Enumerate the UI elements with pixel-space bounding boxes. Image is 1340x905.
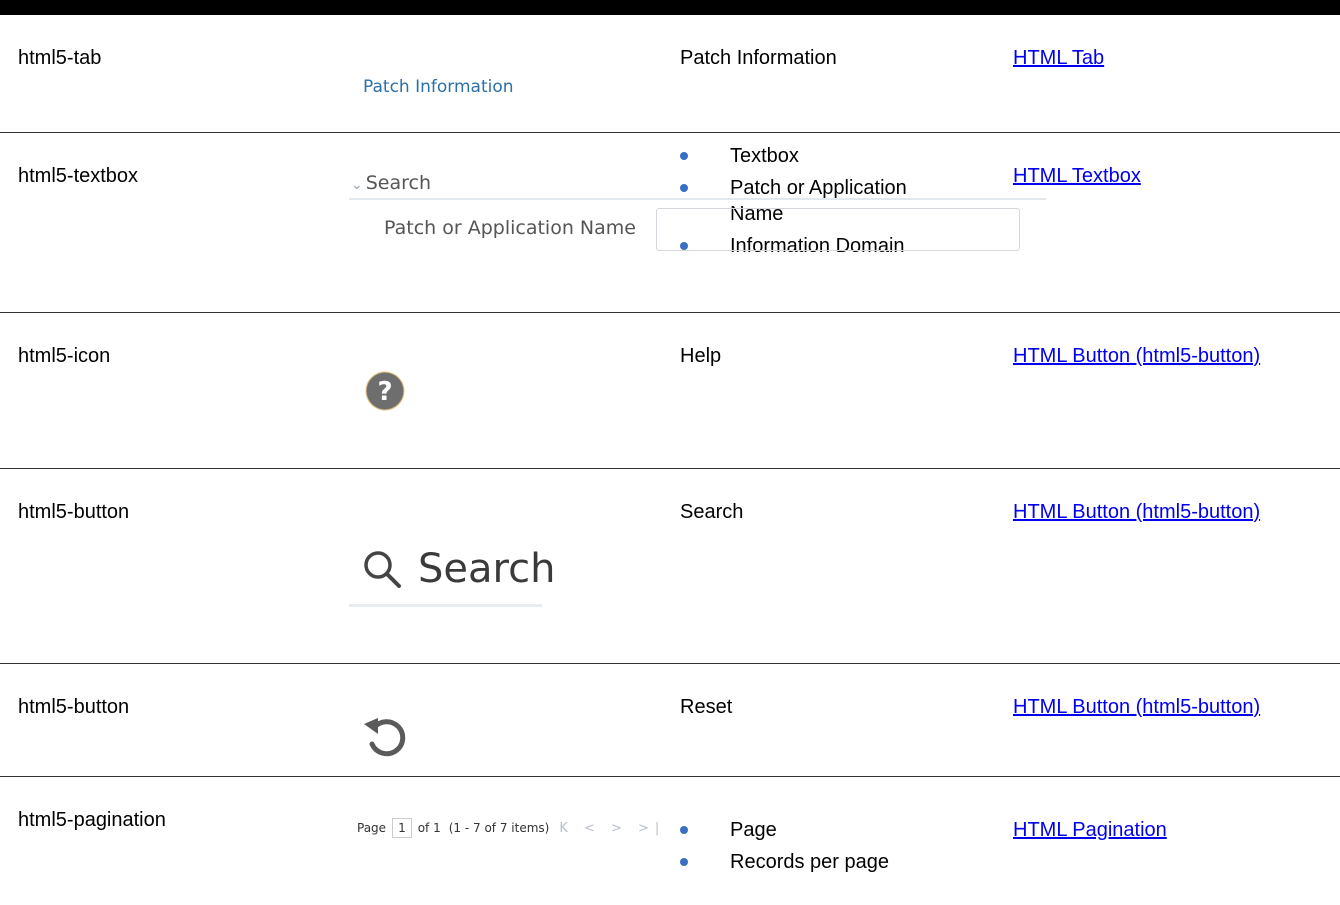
search-button-label: Search bbox=[418, 546, 556, 592]
html-pagination-link[interactable]: HTML Pagination bbox=[1013, 819, 1167, 841]
table-row: html5-pagination Page Records per page H… bbox=[0, 777, 1340, 905]
control-description: Page Records per page bbox=[680, 817, 950, 881]
search-button[interactable]: Search bbox=[349, 540, 555, 608]
html-tab-link[interactable]: HTML Tab bbox=[1013, 47, 1104, 69]
pagination-bar: Page 1 of 1 (1 - 7 of 7 items) K < > >| bbox=[357, 818, 665, 838]
control-type: html5-icon bbox=[18, 345, 111, 367]
list-item-text: Page bbox=[730, 819, 777, 841]
table-row: html5-button Search HTML Button (html5-b… bbox=[0, 469, 1340, 664]
html-button-link[interactable]: HTML Button (html5-button) bbox=[1013, 345, 1260, 367]
control-type: html5-button bbox=[18, 501, 130, 523]
list-item: Records per page bbox=[680, 849, 950, 875]
html-button-link[interactable]: HTML Button (html5-button) bbox=[1013, 696, 1260, 718]
control-type: html5-button bbox=[18, 696, 130, 718]
reference-link-cell: HTML Pagination bbox=[1013, 817, 1167, 843]
reference-link-cell: HTML Button (html5-button) bbox=[1013, 499, 1260, 525]
patch-name-input[interactable] bbox=[656, 208, 1020, 251]
control-description: Help bbox=[680, 345, 722, 367]
reference-link-cell: HTML Textbox bbox=[1013, 163, 1141, 189]
search-icon bbox=[364, 551, 401, 588]
page-label: Page bbox=[357, 821, 387, 835]
pagination-nav-arrows[interactable]: K < > >| bbox=[559, 821, 665, 836]
control-description: Patch Information bbox=[680, 47, 837, 69]
control-type: html5-textbox bbox=[18, 165, 139, 187]
chevron-down-icon: ⌄ bbox=[351, 177, 363, 193]
control-type: html5-tab bbox=[18, 47, 102, 69]
bullet-list: Page Records per page bbox=[680, 817, 950, 875]
top-border-bar bbox=[0, 0, 1340, 15]
control-type: html5-pagination bbox=[18, 809, 166, 831]
bullet-dot bbox=[680, 184, 688, 192]
reference-link-cell: HTML Tab bbox=[1013, 45, 1104, 71]
html-button-link[interactable]: HTML Button (html5-button) bbox=[1013, 501, 1260, 523]
button-underline bbox=[349, 604, 542, 607]
patch-information-tab[interactable]: Patch Information bbox=[363, 77, 514, 97]
search-section-header[interactable]: ⌄ Search bbox=[351, 172, 431, 194]
help-icon[interactable]: ? bbox=[359, 367, 411, 415]
section-divider bbox=[349, 198, 1046, 200]
list-item: Page bbox=[680, 817, 950, 843]
item-range: (1 - 7 of 7 items) bbox=[448, 821, 550, 835]
list-item-text: Records per page bbox=[730, 851, 889, 873]
page-number-input[interactable]: 1 bbox=[392, 818, 412, 838]
page-total: of 1 bbox=[417, 821, 441, 835]
list-item: Textbox bbox=[680, 143, 950, 169]
table-row: html5-tab Patch Information Patch Inform… bbox=[0, 15, 1340, 133]
control-description: Search bbox=[680, 501, 744, 523]
field-label: Patch or Application Name bbox=[384, 217, 636, 239]
bullet-dot bbox=[680, 826, 688, 834]
control-description: Reset bbox=[680, 696, 733, 718]
reference-link-cell: HTML Button (html5-button) bbox=[1013, 694, 1260, 720]
reference-link-cell: HTML Button (html5-button) bbox=[1013, 343, 1260, 369]
reset-icon[interactable] bbox=[360, 710, 416, 762]
list-item-text: Textbox bbox=[730, 145, 799, 167]
html-textbox-link[interactable]: HTML Textbox bbox=[1013, 165, 1141, 187]
bullet-dot bbox=[680, 858, 688, 866]
table-row: html5-icon Help HTML Button (html5-butto… bbox=[0, 313, 1340, 469]
svg-text:?: ? bbox=[377, 377, 392, 407]
table-row: html5-button Reset HTML Button (html5-bu… bbox=[0, 664, 1340, 777]
search-section-label: Search bbox=[365, 172, 432, 194]
bullet-dot bbox=[680, 152, 688, 160]
